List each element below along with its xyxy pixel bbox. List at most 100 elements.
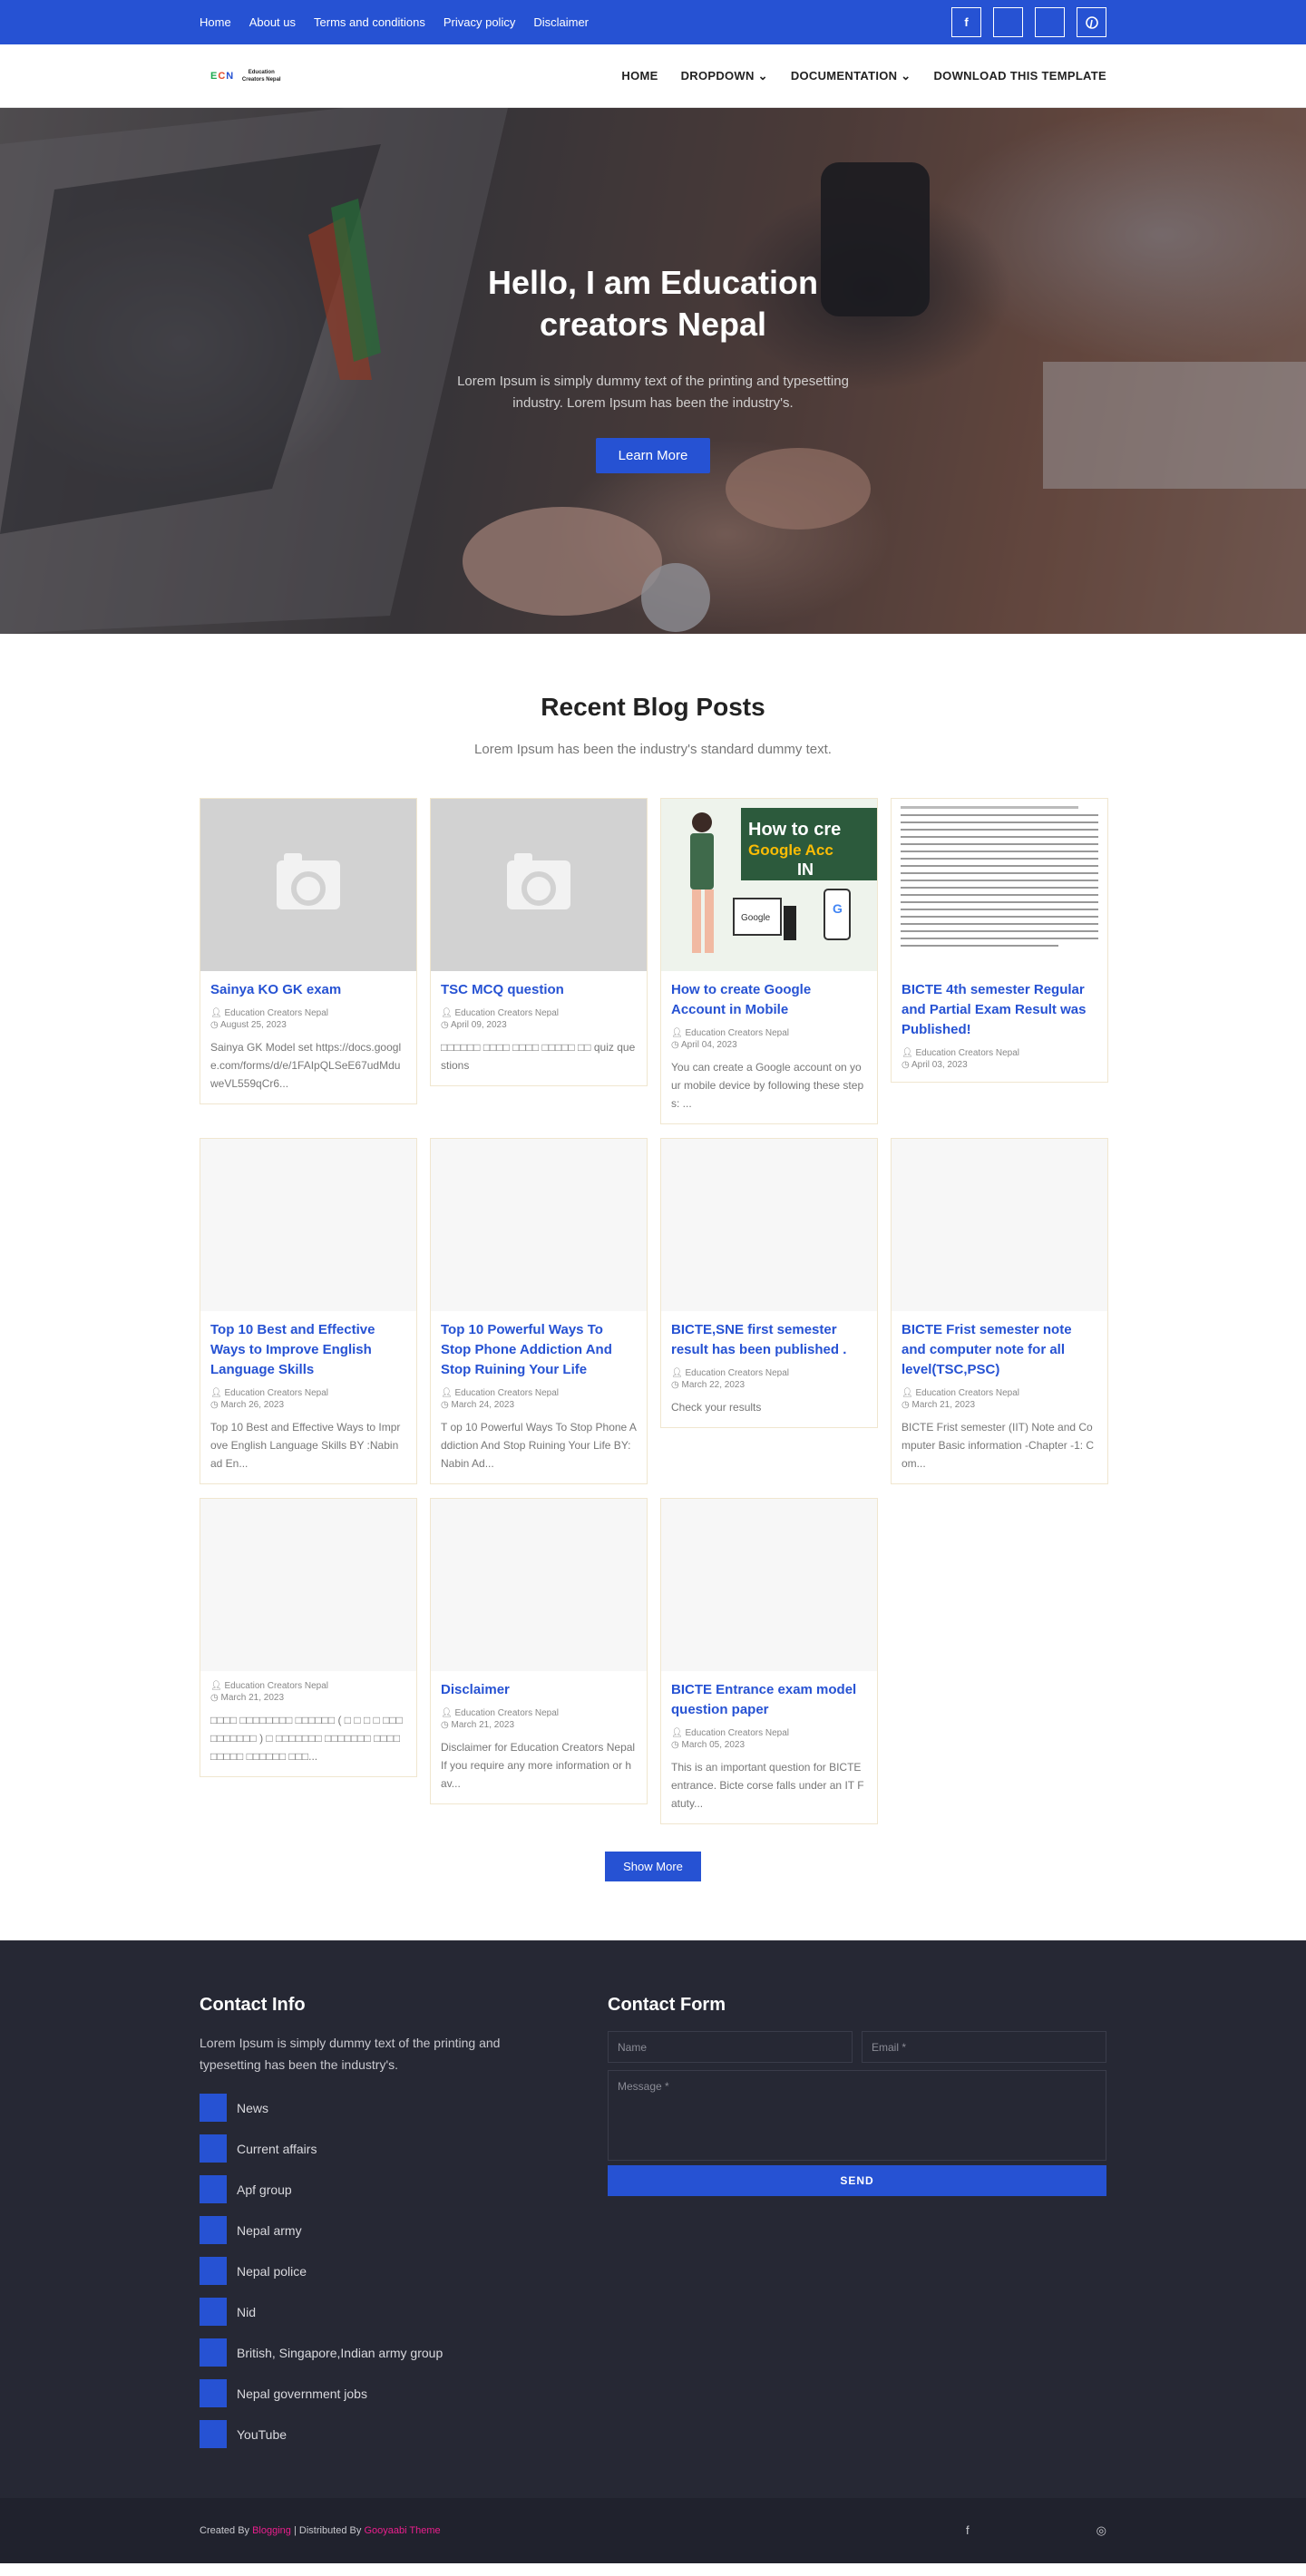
learn-more-button[interactable]: Learn More: [595, 438, 711, 473]
twitter-icon[interactable]: [993, 7, 1023, 37]
post-excerpt: Sainya GK Model set https://docs.google.…: [210, 1041, 402, 1090]
post-card[interactable]: 👤︎ Education Creators Nepal ◷ March 21, …: [200, 1498, 417, 1777]
post-thumbnail[interactable]: [892, 1139, 1107, 1311]
top-link-disclaimer[interactable]: Disclaimer: [533, 15, 589, 29]
footer-link-label: YouTube: [237, 2426, 288, 2442]
facebook-icon[interactable]: f: [951, 7, 981, 37]
logo-mark: ECN: [210, 71, 235, 82]
link-square-icon: [200, 2379, 227, 2407]
user-icon: 👤︎: [441, 1708, 453, 1718]
camera-placeholder-icon: [277, 853, 340, 909]
email-field[interactable]: Email *: [862, 2031, 1106, 2063]
post-excerpt: □□□□□□ □□□□ □□□□ □□□□□ □□ quiz questions: [441, 1041, 636, 1072]
post-thumbnail[interactable]: [431, 799, 647, 971]
site-footer: Contact Info Lorem Ipsum is simply dummy…: [0, 1940, 1306, 2498]
post-title[interactable]: BICTE,SNE first semester result has been…: [671, 1320, 867, 1360]
nav-dropdown[interactable]: DROPDOWN ⌄: [681, 69, 768, 83]
post-author: Education Creators Nepal: [454, 1708, 559, 1718]
post-excerpt: Check your results: [671, 1401, 762, 1414]
post-title[interactable]: BICTE Entrance exam model question paper: [671, 1680, 867, 1720]
post-card[interactable]: BICTE 4th semester Regular and Partial E…: [891, 798, 1108, 1083]
post-title[interactable]: How to create Google Account in Mobile: [671, 980, 867, 1020]
post-thumbnail[interactable]: [431, 1139, 647, 1311]
post-excerpt: BICTE Frist semester (IIT) Note and Comp…: [902, 1421, 1095, 1470]
post-thumbnail[interactable]: [661, 1139, 877, 1311]
hero-title: Hello, I am Education creators Nepal: [487, 264, 819, 343]
camera-placeholder-icon: [507, 853, 570, 909]
post-title[interactable]: Top 10 Powerful Ways To Stop Phone Addic…: [441, 1320, 637, 1380]
post-card[interactable]: Top 10 Powerful Ways To Stop Phone Addic…: [430, 1138, 648, 1484]
post-thumbnail[interactable]: How to cre Google Acc IN Google G: [661, 799, 877, 971]
post-author: Education Creators Nepal: [224, 1681, 328, 1691]
post-thumbnail[interactable]: [200, 799, 416, 971]
instagram-icon[interactable]: [1035, 7, 1065, 37]
top-link-home[interactable]: Home: [200, 15, 231, 29]
post-thumbnail[interactable]: [431, 1499, 647, 1671]
user-icon: 👤︎: [210, 1388, 222, 1398]
site-logo[interactable]: ECN Education Creators Nepal: [210, 69, 283, 83]
google-account-illustration: How to cre Google Acc IN Google G: [661, 799, 877, 971]
footer-link[interactable]: Current affairs: [200, 2134, 608, 2163]
footer-link[interactable]: Nepal police: [200, 2257, 608, 2285]
post-excerpt: □□□□ □□□□□□□□ □□□□□□ ( □ □ □ □ □□□□□□□□□…: [210, 1714, 403, 1763]
nav-home[interactable]: HOME: [621, 69, 658, 83]
facebook-icon[interactable]: f: [966, 2523, 970, 2538]
footer-link-label: Nid: [237, 2304, 257, 2319]
post-card[interactable]: Sainya KO GK exam 👤︎ Education Creators …: [200, 798, 417, 1104]
footer-links: News Current affairs Apf group Nepal arm…: [200, 2094, 608, 2448]
user-icon: 👤︎: [671, 1368, 683, 1378]
user-icon: 👤︎: [210, 1008, 222, 1018]
footer-link[interactable]: Nepal government jobs: [200, 2379, 608, 2407]
message-field[interactable]: Message *: [608, 2070, 1106, 2161]
post-card[interactable]: TSC MCQ question 👤︎ Education Creators N…: [430, 798, 648, 1086]
post-card[interactable]: Top 10 Best and Effective Ways to Improv…: [200, 1138, 417, 1484]
link-square-icon: [200, 2298, 227, 2326]
link-square-icon: [200, 2420, 227, 2448]
main-nav: HOME DROPDOWN ⌄ DOCUMENTATION ⌄ DOWNLOAD…: [621, 69, 1106, 83]
post-card[interactable]: BICTE Entrance exam model question paper…: [660, 1498, 878, 1824]
clock-icon: ◷: [210, 1693, 219, 1703]
footer-link[interactable]: YouTube: [200, 2420, 608, 2448]
footer-link[interactable]: Nid: [200, 2298, 608, 2326]
svg-text:G: G: [833, 901, 843, 916]
chevron-down-icon: ⌄: [901, 69, 911, 83]
post-title[interactable]: Sainya KO GK exam: [210, 980, 406, 1000]
footer-link[interactable]: British, Singapore,Indian army group: [200, 2338, 608, 2367]
send-button[interactable]: SEND: [608, 2165, 1106, 2196]
post-title[interactable]: Disclaimer: [441, 1680, 637, 1700]
footer-link[interactable]: Nepal army: [200, 2216, 608, 2244]
post-thumbnail[interactable]: [200, 1139, 416, 1311]
top-link-about[interactable]: About us: [249, 15, 296, 29]
footer-link[interactable]: Apf group: [200, 2175, 608, 2203]
post-title[interactable]: Top 10 Best and Effective Ways to Improv…: [210, 1320, 406, 1380]
post-excerpt: This is an important question for BICTE …: [671, 1761, 864, 1810]
footer-link[interactable]: News: [200, 2094, 608, 2122]
credits-theme-link[interactable]: Gooyaabi Theme: [364, 2525, 440, 2536]
post-thumbnail[interactable]: [661, 1499, 877, 1671]
post-excerpt: T op 10 Powerful Ways To Stop Phone Addi…: [441, 1421, 637, 1470]
post-excerpt: Top 10 Best and Effective Ways to Improv…: [210, 1421, 401, 1470]
pinterest-icon[interactable]: [1077, 7, 1106, 37]
nav-download-template[interactable]: DOWNLOAD THIS TEMPLATE: [933, 69, 1106, 83]
instagram-icon[interactable]: ◎: [1096, 2523, 1106, 2538]
name-field[interactable]: Name: [608, 2031, 853, 2063]
post-card[interactable]: How to cre Google Acc IN Google G How to…: [660, 798, 878, 1124]
show-more-button[interactable]: Show More: [605, 1852, 701, 1881]
top-link-terms[interactable]: Terms and conditions: [314, 15, 425, 29]
svg-text:IN: IN: [797, 860, 814, 879]
post-card[interactable]: BICTE Frist semester note and computer n…: [891, 1138, 1108, 1484]
clock-icon: ◷: [671, 1040, 679, 1050]
result-document-image: [901, 806, 1098, 947]
hero-banner: Hello, I am Education creators Nepal Lor…: [0, 108, 1306, 634]
post-title[interactable]: TSC MCQ question: [441, 980, 637, 1000]
post-title[interactable]: BICTE Frist semester note and computer n…: [902, 1320, 1097, 1380]
post-thumbnail[interactable]: [892, 799, 1107, 971]
post-card[interactable]: Disclaimer 👤︎ Education Creators Nepal ◷…: [430, 1498, 648, 1804]
post-card[interactable]: BICTE,SNE first semester result has been…: [660, 1138, 878, 1428]
nav-documentation[interactable]: DOCUMENTATION ⌄: [791, 69, 911, 83]
post-thumbnail[interactable]: [200, 1499, 416, 1671]
credits-blogging-link[interactable]: Blogging: [252, 2525, 291, 2536]
clock-icon: ◷: [441, 1400, 449, 1410]
top-link-privacy[interactable]: Privacy policy: [443, 15, 515, 29]
post-title[interactable]: BICTE 4th semester Regular and Partial E…: [902, 980, 1097, 1040]
